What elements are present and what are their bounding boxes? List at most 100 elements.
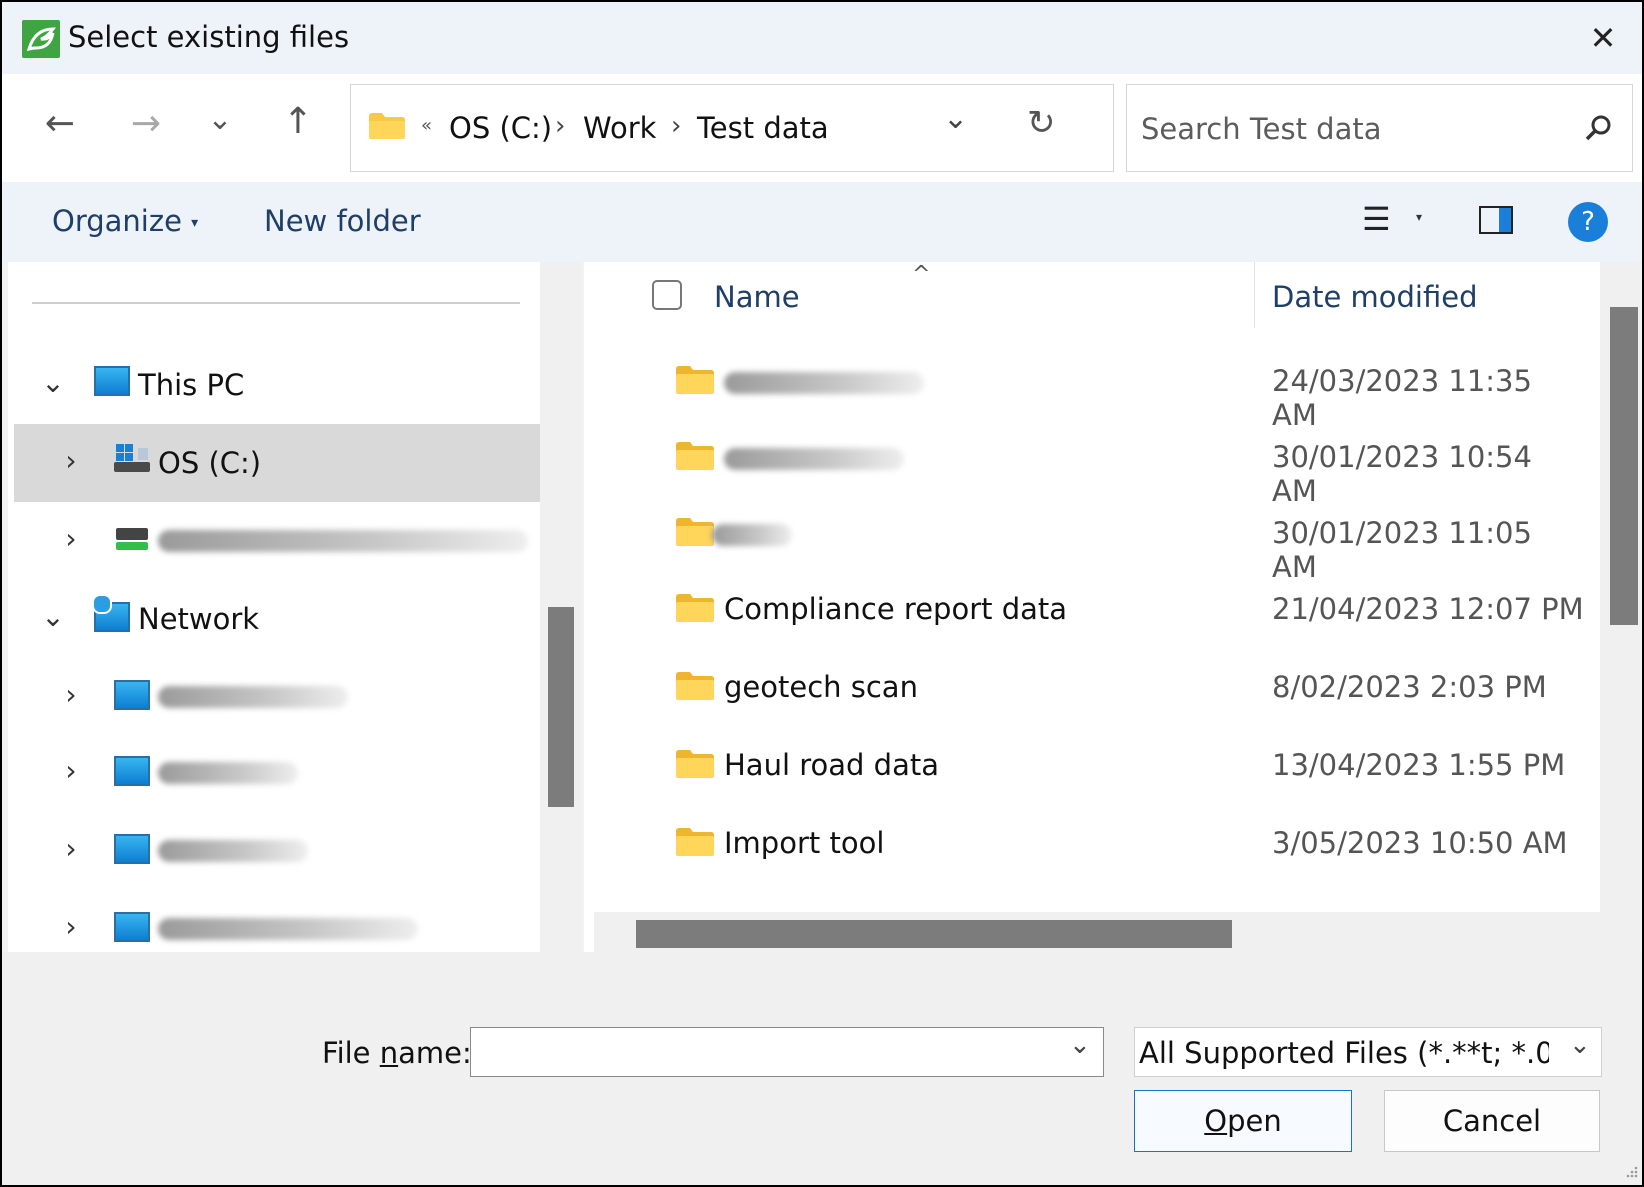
- expand-chevron-icon[interactable]: ›: [56, 754, 86, 787]
- title-bar: Select existing files ✕: [2, 2, 1642, 74]
- redacted-drive-name: [158, 530, 528, 552]
- expand-chevron-icon[interactable]: ›: [56, 444, 86, 477]
- search-box[interactable]: Search Test data: [1126, 84, 1633, 172]
- breadcrumb-separator-icon[interactable]: ›: [555, 111, 565, 141]
- breadcrumb-os-c[interactable]: OS (C:): [449, 111, 552, 145]
- file-dialog: Select existing files ✕ ← → ⌄ ↑ « OS (C:…: [0, 0, 1644, 1187]
- breadcrumb-overflow-icon[interactable]: «: [421, 115, 432, 136]
- file-name-dropdown-chevron-icon[interactable]: ⌄: [1069, 1030, 1091, 1060]
- redacted-computer-name: [158, 686, 348, 708]
- quick-access-divider: [32, 302, 520, 304]
- organize-menu[interactable]: Organize ▾: [52, 204, 198, 238]
- app-icon: [22, 20, 60, 58]
- folder-icon: [676, 442, 714, 470]
- folder-icon: [676, 828, 714, 856]
- file-row[interactable]: geotech scan 8/02/2023 2:03 PM: [584, 648, 1584, 726]
- view-options-caret-icon[interactable]: ▾: [1416, 210, 1422, 224]
- breadcrumb-work[interactable]: Work: [583, 111, 656, 145]
- computer-icon: [114, 912, 150, 942]
- folder-icon: [676, 366, 714, 394]
- tree-item-this-pc[interactable]: ⌄ This PC: [8, 346, 534, 424]
- file-type-dropdown-chevron-icon[interactable]: ⌄: [1569, 1030, 1591, 1060]
- file-type-filter-value: All Supported Files (*.**t; *.00t; *: [1139, 1036, 1549, 1070]
- close-icon[interactable]: ✕: [1580, 16, 1626, 62]
- breadcrumb-separator-icon[interactable]: ›: [671, 111, 681, 141]
- tree-item-network-computer[interactable]: ›: [8, 890, 534, 952]
- file-row[interactable]: Haul road data 13/04/2023 1:55 PM: [584, 726, 1584, 804]
- help-icon[interactable]: ?: [1568, 202, 1608, 242]
- view-list-icon[interactable]: ☰: [1362, 200, 1391, 238]
- tree-item-os-c[interactable]: › OS (C:): [14, 424, 540, 502]
- cancel-button[interactable]: Cancel: [1384, 1090, 1600, 1152]
- computer-icon: [114, 834, 150, 864]
- address-history-chevron-icon[interactable]: ⌄: [943, 101, 968, 136]
- search-icon[interactable]: [1583, 113, 1613, 143]
- redacted-folder-name: [724, 372, 924, 394]
- expand-chevron-icon[interactable]: ›: [56, 910, 86, 943]
- file-list: ^ Name Date modified 24/03/2023 11:35 AM…: [584, 262, 1600, 952]
- file-name-label: File name:: [322, 1036, 472, 1070]
- file-row[interactable]: 30/01/2023 11:05 AM: [584, 494, 1584, 584]
- up-arrow-icon[interactable]: ↑: [268, 92, 328, 152]
- computer-icon: [94, 366, 130, 396]
- network-drive-icon: [116, 528, 148, 550]
- open-button[interactable]: Open: [1134, 1090, 1352, 1152]
- redacted-computer-name: [158, 840, 308, 862]
- column-header-date-modified[interactable]: Date modified: [1272, 280, 1478, 314]
- back-arrow-icon[interactable]: ←: [30, 94, 90, 154]
- expand-chevron-icon[interactable]: ›: [56, 832, 86, 865]
- column-header-name[interactable]: Name: [714, 280, 800, 314]
- file-date: 13/04/2023 1:55 PM: [1272, 748, 1566, 782]
- preview-pane-icon[interactable]: [1479, 206, 1513, 234]
- file-name: Compliance report data: [724, 592, 1068, 626]
- horizontal-scrollbar-thumb[interactable]: [636, 920, 1232, 948]
- drive-icon: [114, 444, 150, 472]
- file-date: 8/02/2023 2:03 PM: [1272, 670, 1547, 704]
- globe-icon: [92, 594, 112, 614]
- file-name-combobox[interactable]: ⌄: [470, 1027, 1104, 1077]
- tree-item-network-computer[interactable]: ›: [8, 734, 534, 812]
- file-row[interactable]: 24/03/2023 11:35 AM: [584, 342, 1584, 432]
- search-input[interactable]: Search Test data: [1141, 112, 1382, 146]
- refresh-icon[interactable]: ↻: [1027, 103, 1056, 143]
- file-row[interactable]: Import tool 3/05/2023 10:50 AM: [584, 804, 1584, 882]
- address-bar[interactable]: « OS (C:) › Work › Test data ⌄ ↻: [350, 84, 1114, 172]
- folder-icon: [676, 594, 714, 622]
- folder-icon: [676, 672, 714, 700]
- select-all-checkbox[interactable]: [652, 280, 682, 310]
- sort-ascending-icon: ^: [912, 262, 931, 287]
- navigation-pane: ⌄ This PC › OS (C:) › ⌄ Network › › › ›: [8, 262, 540, 952]
- recent-locations-chevron-icon[interactable]: ⌄: [190, 90, 250, 150]
- resize-grip-icon[interactable]: [1624, 1164, 1638, 1178]
- folder-icon: [676, 750, 714, 778]
- tree-item-network-computer[interactable]: ›: [8, 812, 534, 890]
- collapse-chevron-icon[interactable]: ⌄: [38, 600, 68, 633]
- computer-icon: [114, 680, 150, 710]
- redacted-computer-name: [158, 762, 298, 784]
- computer-icon: [114, 756, 150, 786]
- column-divider[interactable]: [1254, 262, 1255, 328]
- new-folder-button[interactable]: New folder: [264, 204, 421, 238]
- tree-item-network[interactable]: ⌄ Network: [8, 580, 534, 658]
- tree-item-network-computer[interactable]: ›: [8, 658, 534, 736]
- file-name: geotech scan: [724, 670, 918, 704]
- redacted-folder-name: [712, 524, 792, 546]
- organize-caret-icon: ▾: [191, 215, 199, 231]
- tree-label-network: Network: [138, 602, 260, 636]
- file-row[interactable]: 30/01/2023 10:54 AM: [584, 418, 1584, 508]
- tree-label-os-c: OS (C:): [158, 446, 262, 480]
- forward-arrow-icon[interactable]: →: [116, 94, 176, 154]
- vertical-scrollbar-thumb[interactable]: [1610, 307, 1638, 625]
- file-row[interactable]: Compliance report data 21/04/2023 12:07 …: [584, 570, 1584, 648]
- redacted-computer-name: [158, 918, 418, 940]
- expand-chevron-icon[interactable]: ›: [56, 678, 86, 711]
- file-type-filter[interactable]: All Supported Files (*.**t; *.00t; * ⌄: [1134, 1027, 1602, 1077]
- folder-icon: [676, 518, 714, 546]
- redacted-folder-name: [724, 448, 904, 470]
- navigation-scrollbar-thumb[interactable]: [548, 607, 574, 807]
- collapse-chevron-icon[interactable]: ⌄: [38, 366, 68, 399]
- file-name: Haul road data: [724, 748, 939, 782]
- expand-chevron-icon[interactable]: ›: [56, 522, 86, 555]
- tree-item-network-drive[interactable]: ›: [8, 502, 534, 580]
- breadcrumb-test-data[interactable]: Test data: [697, 111, 829, 145]
